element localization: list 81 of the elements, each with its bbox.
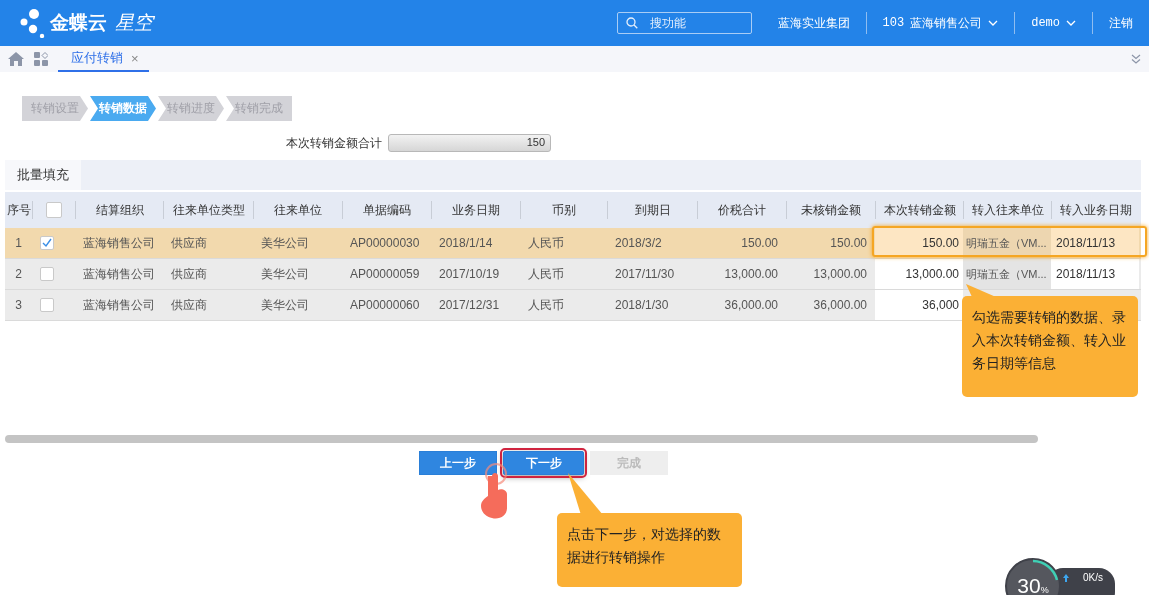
editable-cell[interactable]: 36,000 (875, 290, 963, 320)
row-number: 3 (14, 297, 23, 314)
table-cell-text: AP00000030 (349, 235, 421, 252)
column-header[interactable]: 往来单位 (253, 201, 342, 219)
total-label: 本次转销金额合计 (286, 134, 382, 152)
chevron-down-icon (988, 20, 999, 26)
table-cell-text: 美华公司 (260, 296, 310, 314)
table-cell-text: 2017/11/30 (614, 266, 676, 283)
table-cell-text: 36,000.00 (723, 297, 779, 314)
wizard-step: 转销数据 (90, 96, 156, 121)
org-selector[interactable]: 103 蓝海销售公司 (866, 14, 1015, 32)
upload-speed: 0K/s (1083, 572, 1103, 583)
column-header[interactable]: 往来单位类型 (163, 201, 253, 219)
row-checkbox[interactable] (40, 298, 54, 312)
group-name[interactable]: 蓝海实业集团 (761, 14, 866, 32)
table-cell-text: 150.00 (740, 235, 779, 252)
table-cell-text: 2018/1/30 (614, 297, 670, 314)
table-cell-text: 蓝海销售公司 (82, 265, 156, 283)
select-all-checkbox[interactable] (46, 202, 62, 218)
home-icon[interactable] (8, 52, 24, 66)
lookup-cell[interactable]: 明瑞五金（VM... (963, 259, 1051, 289)
table-cell-text: 蓝海销售公司 (82, 296, 156, 314)
search-icon (625, 17, 638, 29)
editable-cell[interactable]: 2018/11/13 (1051, 259, 1139, 289)
table-cell-text: 蓝海销售公司 (82, 234, 156, 252)
table-cell-text: 2018/3/2 (614, 235, 663, 252)
table-cell-text: 150.00 (829, 235, 868, 252)
table-cell-text: 2018/1/14 (438, 235, 494, 252)
tooltip-callout: 点击下一步，对选择的数据进行转销操作 (557, 513, 742, 587)
column-header[interactable]: 币别 (520, 201, 607, 219)
editable-cell[interactable]: 2018/11/13 (1051, 228, 1139, 258)
table-cell-text: 人民币 (527, 234, 565, 252)
user-menu[interactable]: demo (1015, 16, 1092, 30)
lookup-cell[interactable]: 明瑞五金（VM... (963, 228, 1051, 258)
column-header[interactable]: 单据编码 (342, 201, 431, 219)
editable-cell[interactable]: 13,000.00 (875, 259, 963, 289)
checkmark-icon (42, 238, 52, 248)
table-cell-text: 人民币 (527, 296, 565, 314)
table-cell-text: 2017/12/31 (438, 297, 501, 314)
row-number: 1 (14, 235, 23, 252)
editable-cell[interactable]: 150.00 (875, 228, 963, 258)
column-header[interactable]: 转入往来单位 (963, 201, 1051, 219)
table-cell-text: 13,000.00 (812, 266, 868, 283)
double-chevron-down-icon[interactable] (1131, 54, 1141, 64)
wizard-button[interactable]: 下一步 (503, 451, 584, 475)
logo-icon (20, 8, 46, 38)
logout-link[interactable]: 注销 (1093, 14, 1149, 32)
table-cell-text: AP00000060 (349, 297, 421, 314)
table-cell-text: 36,000.00 (812, 297, 868, 314)
horizontal-scrollbar[interactable] (5, 435, 1038, 443)
table-cell-text: 供应商 (170, 234, 208, 252)
column-header[interactable]: 转入业务日期 (1051, 201, 1139, 219)
column-header[interactable]: 序号 (5, 201, 32, 219)
row-checkbox[interactable] (40, 267, 54, 281)
table-cell-text: 供应商 (170, 265, 208, 283)
chevron-down-icon (1066, 20, 1076, 26)
table-cell-text: 人民币 (527, 265, 565, 283)
total-amount-field: 150 (388, 134, 551, 152)
table-cell-text: 2017/10/19 (438, 266, 501, 283)
usage-gauge: 30% (1005, 558, 1061, 595)
column-header[interactable]: 业务日期 (431, 201, 520, 219)
column-header[interactable]: 结算组织 (75, 201, 163, 219)
table-cell-text: 美华公司 (260, 234, 310, 252)
table-cell-text: 供应商 (170, 296, 208, 314)
table-cell-text: 13,000.00 (723, 266, 779, 283)
table-cell-text: AP00000059 (349, 266, 421, 283)
column-header[interactable]: 到期日 (607, 201, 697, 219)
logo-text: 金蝶云 (50, 11, 107, 35)
batch-fill-tab[interactable]: 批量填充 (5, 160, 81, 190)
column-header[interactable]: 价税合计 (697, 201, 786, 219)
logo-subtitle: 星空 (115, 11, 153, 35)
column-header[interactable]: 本次转销金额 (875, 201, 963, 219)
tooltip-callout: 勾选需要转销的数据、录入本次转销金额、转入业务日期等信息 (962, 296, 1138, 397)
row-number: 2 (14, 266, 23, 283)
table-cell-text: 美华公司 (260, 265, 310, 283)
wizard-button[interactable]: 上一步 (419, 451, 497, 475)
row-checkbox[interactable] (40, 236, 54, 250)
apps-icon[interactable] (34, 52, 48, 66)
arrow-up-icon (1063, 573, 1069, 582)
column-header[interactable]: 未核销金额 (786, 201, 875, 219)
tab[interactable]: 应付转销 × (58, 46, 149, 72)
